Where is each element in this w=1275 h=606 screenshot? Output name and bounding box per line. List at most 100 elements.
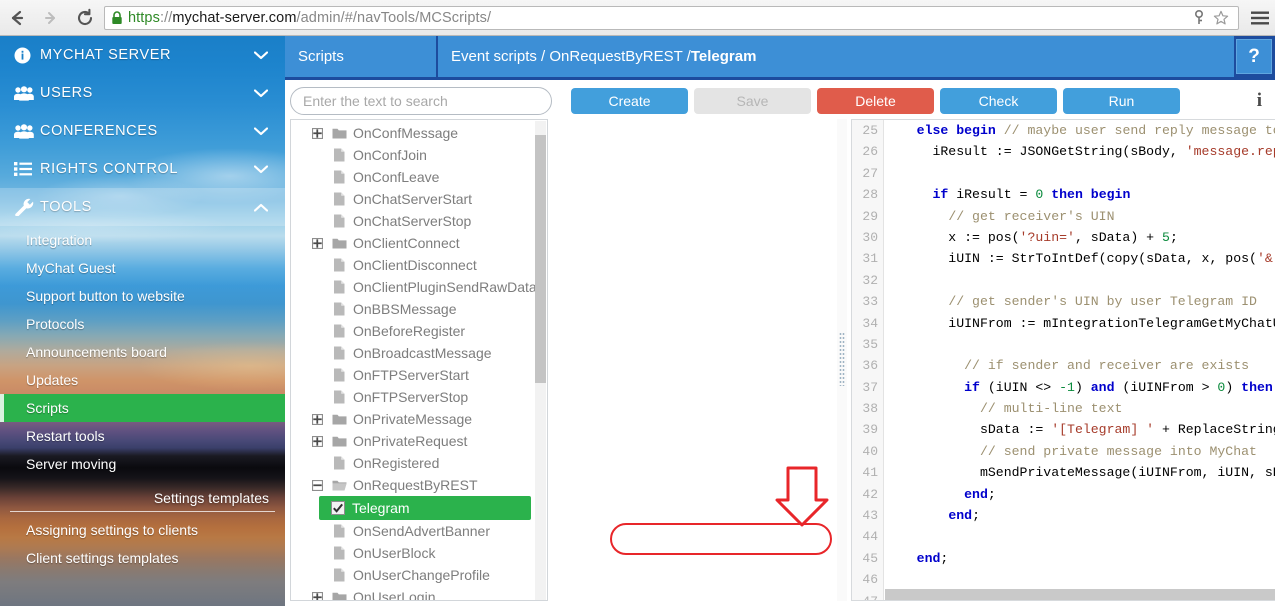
tree-node-onftpserverstart[interactable]: OnFTPServerStart	[291, 364, 537, 386]
back-arrow-icon[interactable]	[0, 1, 34, 35]
splitter-grip-icon[interactable]	[839, 332, 845, 386]
tree-node-onregistered[interactable]: OnRegistered	[291, 452, 537, 474]
hamburger-menu-icon[interactable]	[1245, 1, 1275, 35]
tree-node-onuserblock[interactable]: OnUserBlock	[291, 542, 537, 564]
sidebar-section-tools[interactable]: TOOLS	[0, 188, 285, 226]
code-text[interactable]: else begin // maybe user send reply mess…	[885, 120, 1275, 590]
sidebar-section-label: MYCHAT SERVER	[40, 47, 172, 63]
padlock-icon	[111, 10, 123, 25]
key-icon[interactable]	[1188, 7, 1210, 29]
line-number: 25	[862, 123, 878, 138]
sidebar-item-support-button-to-website[interactable]: Support button to website	[0, 282, 285, 310]
sidebar-section-conferences[interactable]: CONFERENCES	[0, 112, 285, 150]
tree-node-onconfleave[interactable]: OnConfLeave	[291, 166, 537, 188]
url-host: mychat-server.com	[172, 9, 297, 26]
tree-node-label: OnBeforeRegister	[353, 323, 466, 339]
tree-vertical-scrollbar[interactable]	[535, 121, 546, 600]
red-down-arrow-callout	[775, 466, 829, 527]
sidebar-section-users[interactable]: USERS	[0, 74, 285, 112]
code-line: if (iUIN <> -1) and (iUINFrom > 0) then …	[964, 379, 1273, 395]
tree-expander-plus-icon[interactable]	[306, 435, 328, 447]
tree-node-onclientpluginsendrawdata[interactable]: OnClientPluginSendRawData	[291, 276, 537, 298]
tree-node-onconfjoin[interactable]: OnConfJoin	[291, 144, 537, 166]
chevron-down-icon	[253, 164, 269, 174]
sidebar-item-mychat-guest[interactable]: MyChat Guest	[0, 254, 285, 282]
sidebar-item-scripts[interactable]: Scripts	[0, 394, 285, 422]
delete-button[interactable]: Delete	[817, 88, 934, 114]
tab-scripts[interactable]: Scripts	[285, 36, 438, 77]
tree-node-onprivatemessage[interactable]: OnPrivateMessage	[291, 408, 537, 430]
file-icon	[328, 568, 350, 582]
tree-node-label: OnRequestByREST	[353, 477, 478, 493]
tree-node-label: OnClientDisconnect	[353, 257, 477, 273]
chevron-up-icon	[253, 203, 269, 212]
code-editor[interactable]: 25 26 27 28 29 30 31 32 33 34 35 36 37 38 39 40 41 42 43 44…	[851, 119, 1275, 601]
info-letter-icon[interactable]: i	[1257, 90, 1262, 112]
address-bar[interactable]: https://mychat-server.com/admin/#/navToo…	[104, 5, 1239, 30]
sidebar-section-filters[interactable]: FILTERS	[0, 594, 285, 606]
file-icon	[328, 390, 350, 404]
sidebar-item-client-settings-templates[interactable]: Client settings templates	[0, 544, 285, 572]
sidebar-section-rights-control[interactable]: RIGHTS CONTROL	[0, 150, 285, 188]
tree-expander-plus-icon[interactable]	[306, 237, 328, 249]
tree-node-onuserlogin[interactable]: OnUserLogin	[291, 586, 537, 600]
sidebar-item-label: Restart tools	[26, 428, 105, 444]
tree-expander-plus-icon[interactable]	[306, 591, 328, 600]
wrench-icon	[14, 198, 40, 216]
tree-node-onftpserverstop[interactable]: OnFTPServerStop	[291, 386, 537, 408]
tree-node-onclientdisconnect[interactable]: OnClientDisconnect	[291, 254, 537, 276]
create-button[interactable]: Create	[571, 88, 688, 114]
tree-expander-plus-icon[interactable]	[306, 127, 328, 139]
tree-node-onprivaterequest[interactable]: OnPrivateRequest	[291, 430, 537, 452]
url-text: https://mychat-server.com/admin/#/navToo…	[128, 10, 491, 26]
editor-horizontal-scrollbar[interactable]	[885, 589, 1275, 600]
file-icon	[328, 546, 350, 560]
file-icon	[328, 324, 350, 338]
check-button[interactable]: Check	[940, 88, 1057, 114]
sidebar-item-integration[interactable]: Integration	[0, 226, 285, 254]
tree-node-onconfmessage[interactable]: OnConfMessage	[291, 122, 537, 144]
run-button[interactable]: Run	[1063, 88, 1180, 114]
line-number: 34	[862, 315, 878, 331]
reload-icon[interactable]	[68, 1, 102, 35]
forward-arrow-icon[interactable]	[34, 1, 68, 35]
folder-icon	[328, 237, 350, 250]
tree-node-onbeforeregister[interactable]: OnBeforeRegister	[291, 320, 537, 342]
tree-node-onchatserverstart[interactable]: OnChatServerStart	[291, 188, 537, 210]
help-button[interactable]: ?	[1236, 39, 1272, 74]
tree-node-telegram[interactable]: Telegram	[319, 496, 531, 520]
editor-hscroll-thumb[interactable]	[885, 589, 1275, 600]
tree-node-onclientconnect[interactable]: OnClientConnect	[291, 232, 537, 254]
sidebar-item-restart-tools[interactable]: Restart tools	[0, 422, 285, 450]
checkbox-checked-icon[interactable]	[327, 501, 349, 515]
sidebar-item-protocols[interactable]: Protocols	[0, 310, 285, 338]
sidebar-section-label: TOOLS	[40, 199, 92, 215]
sidebar-section-mychat-server[interactable]: MYCHAT SERVER	[0, 36, 285, 74]
sidebar-item-updates[interactable]: Updates	[0, 366, 285, 394]
tree-node-onchatserverstop[interactable]: OnChatServerStop	[291, 210, 537, 232]
breadcrumb-path[interactable]: Event scripts / OnRequestByREST /	[451, 48, 691, 65]
sidebar-item-announcements-board[interactable]: Announcements board	[0, 338, 285, 366]
code-line: x := pos('?uin=', sData) + 5;	[885, 229, 1178, 245]
sidebar-item-server-moving[interactable]: Server moving	[0, 450, 285, 478]
tree-expander-plus-icon[interactable]	[306, 413, 328, 425]
search-input[interactable]	[290, 87, 552, 115]
tree-node-onrequestbyrest[interactable]: OnRequestByREST	[291, 474, 537, 496]
line-number: 33	[862, 294, 878, 310]
tree-expander-minus-icon[interactable]	[306, 479, 328, 491]
sidebar-section-label: CONFERENCES	[40, 123, 158, 139]
info-circle-icon	[14, 47, 40, 64]
sidebar-item-label: Server moving	[26, 456, 117, 472]
panel-splitter[interactable]	[837, 119, 847, 601]
tree-scrollbar-thumb[interactable]	[535, 135, 546, 383]
tree-node-onsendadvertbanner[interactable]: OnSendAdvertBanner	[291, 520, 537, 542]
tree-node-onuserchangeprofile[interactable]: OnUserChangeProfile	[291, 564, 537, 586]
sidebar-item-label: MyChat Guest	[26, 260, 116, 276]
tree-node-onbroadcastmessage[interactable]: OnBroadcastMessage	[291, 342, 537, 364]
sidebar-item-assigning-settings-to-clients[interactable]: Assigning settings to clients	[0, 516, 285, 544]
star-bookmark-icon[interactable]	[1210, 7, 1232, 29]
folder-icon	[328, 413, 350, 426]
tree-node-onbbsmessage[interactable]: OnBBSMessage	[291, 298, 537, 320]
sidebar-group-header-settings-templates: Settings templates	[0, 478, 285, 508]
